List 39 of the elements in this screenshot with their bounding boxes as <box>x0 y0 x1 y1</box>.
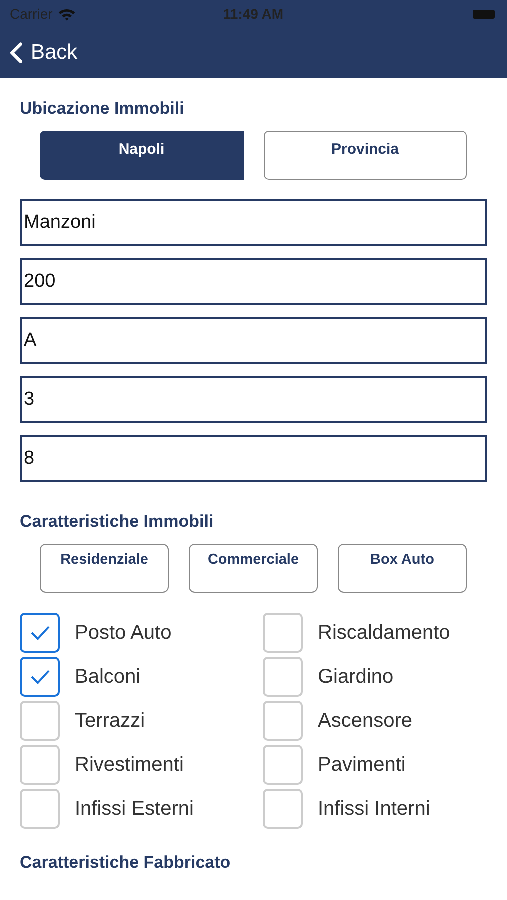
checkbox-label: Infissi Interni <box>318 798 430 820</box>
checkbox-label: Balconi <box>75 666 141 688</box>
checkbox-label: Posto Auto <box>75 622 172 644</box>
section-title: Caratteristiche Immobili <box>20 512 215 533</box>
checkbox[interactable] <box>263 701 303 741</box>
category-button[interactable]: Residenziale <box>40 544 169 593</box>
checkbox[interactable] <box>263 613 303 653</box>
checkbox[interactable] <box>20 701 60 741</box>
input-field[interactable]: A <box>20 317 487 364</box>
input-field[interactable]: 200 <box>20 258 487 305</box>
checkbox[interactable] <box>263 745 303 785</box>
category-button[interactable]: Box Auto <box>338 544 467 593</box>
checkbox-label: Giardino <box>318 666 394 688</box>
chevron-left-icon <box>10 42 23 64</box>
carrier-label: Carrier <box>10 6 53 22</box>
category-button[interactable]: Commerciale <box>189 544 318 593</box>
clock-time: 11:49 AM <box>223 6 284 22</box>
checkbox-label: Rivestimenti <box>75 754 184 776</box>
checkbox-label: Riscaldamento <box>318 622 450 644</box>
back-button[interactable]: Back <box>10 41 78 65</box>
checkbox[interactable] <box>263 789 303 829</box>
segment-button[interactable]: Provincia <box>264 131 467 180</box>
input-field[interactable]: Manzoni <box>20 199 487 246</box>
checkbox[interactable] <box>20 789 60 829</box>
checkbox[interactable] <box>20 745 60 785</box>
wifi-icon <box>58 8 76 20</box>
input-field[interactable]: 3 <box>20 376 487 423</box>
checkbox[interactable] <box>263 657 303 697</box>
battery-icon <box>473 10 495 18</box>
checkbox-label: Pavimenti <box>318 754 406 776</box>
input-field[interactable]: 8 <box>20 435 487 482</box>
checkbox-label: Ascensore <box>318 710 412 732</box>
checkbox[interactable] <box>20 613 60 653</box>
segment-button[interactable]: Napoli <box>40 131 244 180</box>
section-title: Ubicazione Immobili <box>20 99 186 120</box>
checkbox[interactable] <box>20 657 60 697</box>
section-title: Caratteristiche Fabbricato <box>20 853 232 874</box>
checkbox-label: Infissi Esterni <box>75 798 194 820</box>
checkbox-label: Terrazzi <box>75 710 146 732</box>
